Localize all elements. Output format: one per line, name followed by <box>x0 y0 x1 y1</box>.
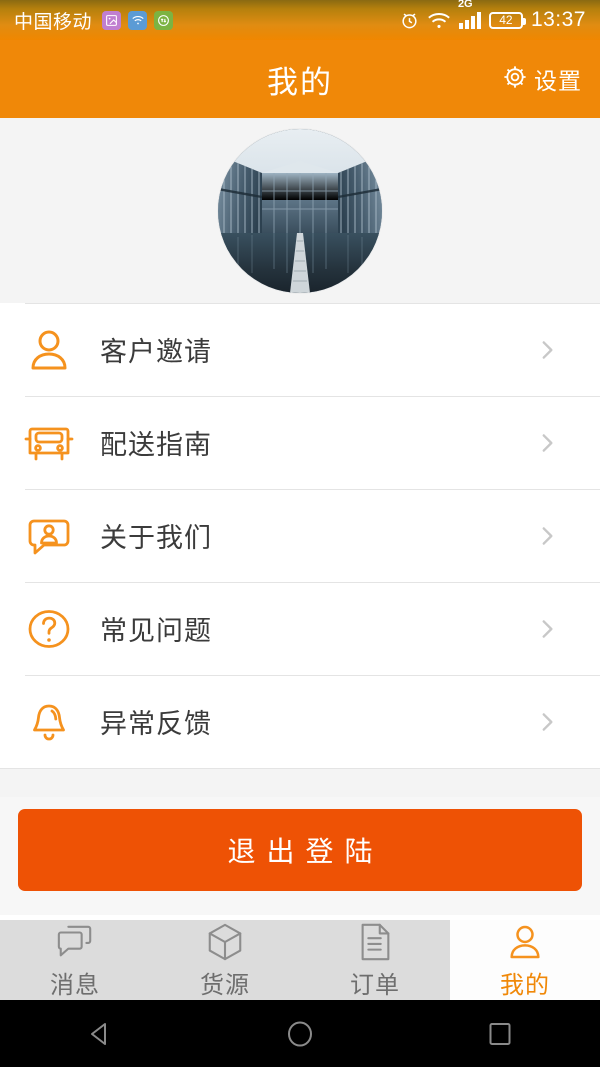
tab-orders[interactable]: 订单 <box>300 920 450 1000</box>
menu-item-faq[interactable]: 常见问题 <box>0 582 600 675</box>
chevron-right-icon <box>534 337 560 363</box>
wifi-badge-icon <box>128 10 148 30</box>
menu-item-customer-invite[interactable]: 客户邀请 <box>0 303 600 396</box>
chat-bubbles-icon <box>55 921 95 963</box>
triangle-back-icon <box>85 1019 115 1049</box>
signal-2g-icon: 2G <box>458 0 481 29</box>
avatar-photo-glass-building <box>218 128 382 293</box>
person-icon <box>18 326 80 374</box>
profile-section <box>0 118 600 303</box>
tab-label: 我的 <box>500 971 550 999</box>
square-recents-icon <box>487 1021 513 1047</box>
phone-screen: 中国移动 2G 42 13:37 我的 设置 客户邀请 配送指南 关于我们 常见… <box>0 0 600 1067</box>
chevron-right-icon <box>534 430 560 456</box>
menu-item-label: 异常反馈 <box>100 709 212 739</box>
status-bar-right: 2G 42 13:37 <box>400 0 586 32</box>
menu-item-label: 关于我们 <box>100 523 212 553</box>
tab-label: 订单 <box>350 971 400 999</box>
data-transfer-badge-icon <box>154 10 174 30</box>
gallery-badge-icon <box>102 10 122 30</box>
status-tray-icons <box>102 10 174 30</box>
tab-label: 消息 <box>50 971 100 999</box>
menu-item-label: 常见问题 <box>100 616 212 646</box>
android-navigation-bar <box>0 1000 600 1067</box>
menu-item-label: 配送指南 <box>100 430 212 460</box>
menu-list: 客户邀请 配送指南 关于我们 常见问题 异常反馈 <box>0 303 600 797</box>
carrier-name: 中国移动 <box>14 11 93 33</box>
wifi-icon <box>427 11 451 30</box>
logout-section: 退出登陆 <box>0 797 600 915</box>
page-title: 我的 <box>267 64 333 100</box>
logout-button[interactable]: 退出登陆 <box>18 809 582 891</box>
cube-box-icon <box>205 921 245 963</box>
menu-item-about-us[interactable]: 关于我们 <box>0 489 600 582</box>
chevron-right-icon <box>534 709 560 735</box>
back-button[interactable] <box>0 1019 200 1049</box>
tab-mine[interactable]: 我的 <box>450 920 600 1000</box>
truck-icon <box>18 419 80 467</box>
recents-button[interactable] <box>400 1021 600 1047</box>
app-header: 我的 设置 <box>0 40 600 118</box>
list-bottom-spacer <box>0 768 600 797</box>
tab-messages[interactable]: 消息 <box>0 920 150 1000</box>
home-button[interactable] <box>200 1020 400 1048</box>
tab-cargo[interactable]: 货源 <box>150 920 300 1000</box>
battery-indicator: 42 <box>488 11 526 29</box>
network-type-label: 2G <box>457 0 473 10</box>
clock: 13:37 <box>530 8 586 31</box>
settings-button[interactable]: 设置 <box>502 62 582 96</box>
menu-item-label: 客户邀请 <box>100 337 212 367</box>
menu-item-delivery-guide[interactable]: 配送指南 <box>0 396 600 489</box>
bottom-tab-bar: 消息 货源 订单 我的 <box>0 920 600 1000</box>
gear-icon <box>502 64 528 95</box>
question-circle-icon <box>18 605 80 653</box>
circle-home-icon <box>286 1020 314 1048</box>
tab-label: 货源 <box>200 971 250 999</box>
settings-label: 设置 <box>534 68 582 94</box>
chevron-right-icon <box>534 616 560 642</box>
person-chat-bubble-icon <box>18 512 80 560</box>
battery-level: 42 <box>499 13 513 27</box>
chevron-right-icon <box>534 523 560 549</box>
document-lines-icon <box>358 921 392 963</box>
bell-icon <box>18 698 80 746</box>
menu-item-exception-feedback[interactable]: 异常反馈 <box>0 675 600 768</box>
alarm-icon <box>400 11 419 30</box>
status-bar: 中国移动 2G 42 13:37 <box>0 0 600 40</box>
person-icon <box>505 921 545 963</box>
avatar[interactable] <box>218 128 382 293</box>
